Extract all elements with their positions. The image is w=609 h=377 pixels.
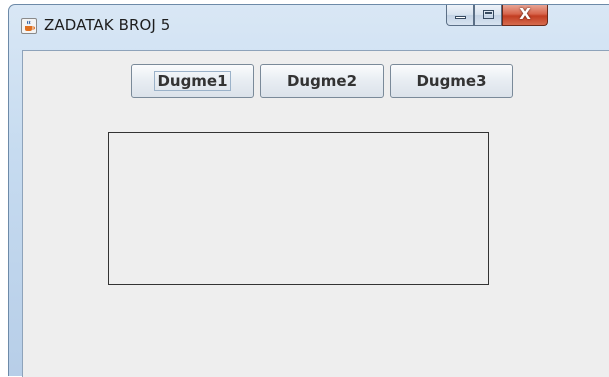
dugme2-button[interactable]: Dugme2 <box>260 64 384 98</box>
button-label: Dugme2 <box>286 72 358 90</box>
button-label: Dugme3 <box>416 72 487 90</box>
content-pane: Dugme1 Dugme2 Dugme3 <box>22 50 609 377</box>
dugme3-button[interactable]: Dugme3 <box>390 64 513 98</box>
dugme1-button[interactable]: Dugme1 <box>131 64 254 98</box>
bordered-panel <box>108 132 489 285</box>
button-label: Dugme1 <box>154 71 231 91</box>
close-button[interactable]: X <box>502 5 548 26</box>
window-title: ZADATAK BROJ 5 <box>44 16 171 34</box>
close-icon: X <box>519 5 531 23</box>
minimize-icon <box>455 16 466 19</box>
maximize-icon <box>483 10 494 19</box>
application-window: ZADATAK BROJ 5 X Dugme1 Dugme2 Dugme3 <box>8 4 609 377</box>
minimize-button[interactable] <box>446 5 474 26</box>
java-coffee-icon[interactable] <box>21 18 37 34</box>
title-bar[interactable]: ZADATAK BROJ 5 X <box>9 5 609 47</box>
maximize-button[interactable] <box>474 5 502 26</box>
